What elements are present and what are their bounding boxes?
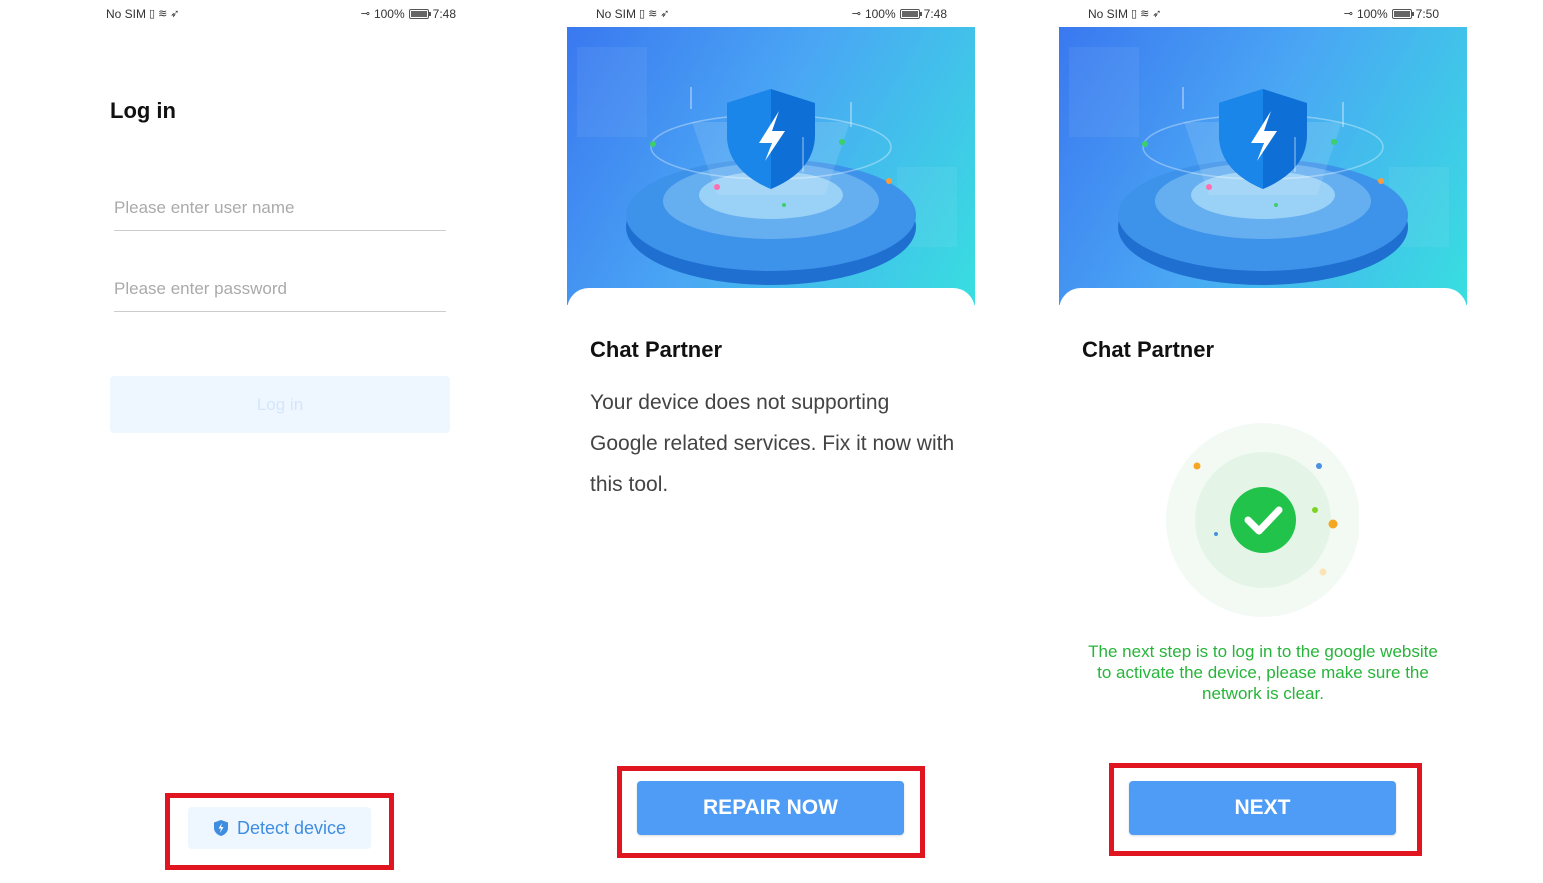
sim-icon: ▯ (639, 8, 646, 20)
wifi-icon: ≋ (158, 8, 168, 20)
login-screen: No SIM ▯ ≋ ➶ ⊸ 100% 7:48 Log in Log in D… (76, 0, 486, 883)
location-icon: ➶ (1152, 8, 1162, 20)
carrier-text: No SIM (106, 7, 147, 21)
card-title: Chat Partner (1082, 337, 1215, 362)
clock: 7:50 (1415, 7, 1439, 21)
repair-now-button[interactable]: REPAIR NOW (637, 781, 904, 835)
detect-device-label: Detect device (236, 817, 347, 838)
detect-device-button[interactable]: Detect device (188, 807, 371, 849)
password-input[interactable] (114, 267, 446, 312)
hero-banner (567, 27, 975, 305)
repair-screen: No SIM ▯ ≋ ➶ ⊸ 100% 7:48 Chat Partner Yo… (567, 0, 975, 883)
carrier-text: No SIM (1088, 7, 1129, 21)
key-icon: ⊸ (360, 8, 370, 20)
status-bar: No SIM ▯ ≋ ➶ ⊸ 100% 7:48 (567, 0, 975, 28)
battery-icon (408, 9, 431, 19)
success-message: The next step is to log in to the google… (1088, 642, 1438, 703)
login-button[interactable]: Log in (110, 376, 450, 433)
card-title: Chat Partner (590, 337, 723, 362)
wifi-icon: ≋ (1140, 8, 1150, 20)
username-input[interactable] (114, 186, 446, 231)
battery-icon (899, 9, 922, 19)
clock: 7:48 (432, 7, 456, 21)
status-bar: No SIM ▯ ≋ ➶ ⊸ 100% 7:50 (1059, 0, 1467, 28)
success-illustration (1159, 420, 1360, 620)
battery-percent: 100% (373, 7, 405, 21)
key-icon: ⊸ (1343, 8, 1353, 20)
shield-lightning-illustration (1069, 47, 1449, 285)
content-card-top (1059, 288, 1467, 328)
shield-icon (213, 820, 228, 836)
content-card-top (567, 288, 975, 328)
clock: 7:48 (923, 7, 947, 21)
status-bar: No SIM ▯ ≋ ➶ ⊸ 100% 7:48 (76, 0, 486, 28)
page-title: Log in (110, 98, 176, 123)
sim-icon: ▯ (1131, 8, 1138, 20)
hero-banner (1059, 27, 1467, 305)
key-icon: ⊸ (851, 8, 861, 20)
check-circle-icon (1166, 423, 1360, 617)
shield-lightning-illustration (577, 47, 957, 285)
battery-percent: 100% (1356, 7, 1388, 21)
location-icon: ➶ (170, 8, 180, 20)
sim-icon: ▯ (149, 8, 156, 20)
success-screen: No SIM ▯ ≋ ➶ ⊸ 100% 7:50 Chat Partner Th… (1059, 0, 1467, 883)
battery-percent: 100% (864, 7, 896, 21)
carrier-text: No SIM (596, 7, 637, 21)
location-icon: ➶ (660, 8, 670, 20)
description-text: Your device does not supporting Google r… (590, 391, 955, 496)
battery-icon (1391, 9, 1414, 19)
wifi-icon: ≋ (648, 8, 658, 20)
next-button[interactable]: NEXT (1129, 781, 1396, 835)
